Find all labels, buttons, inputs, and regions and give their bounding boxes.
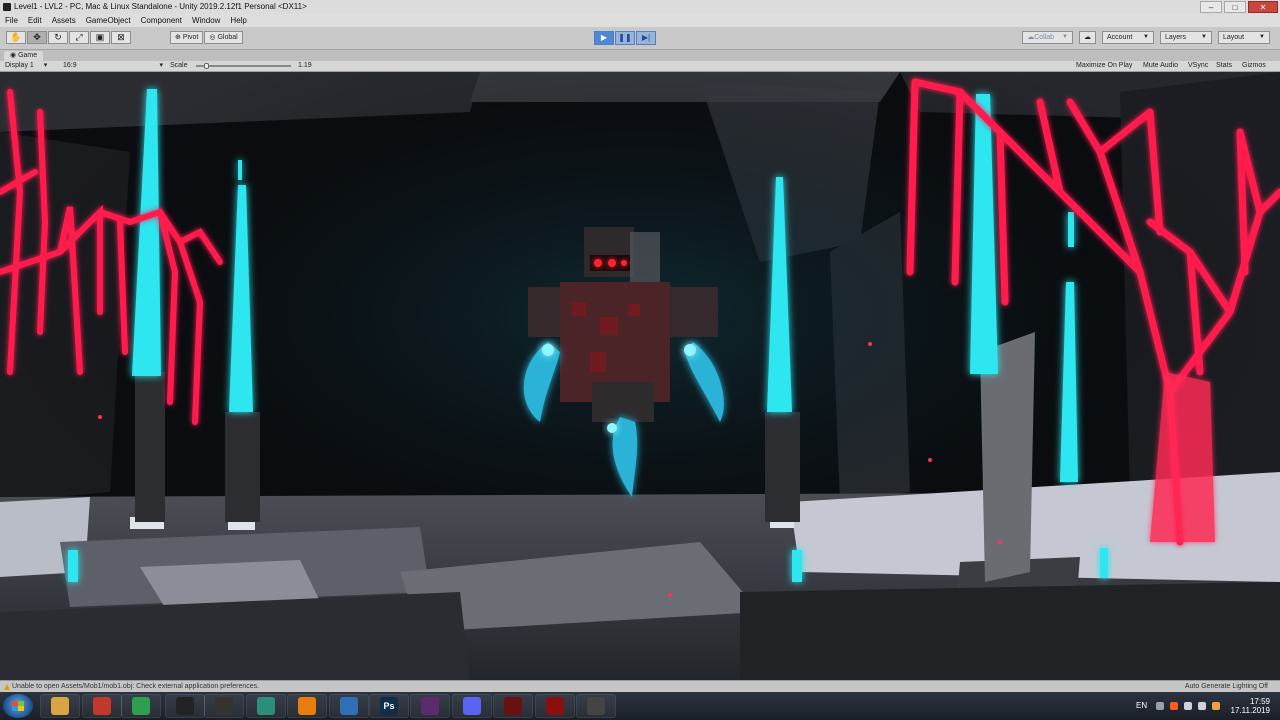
step-button[interactable]: ▶| (636, 31, 656, 45)
tray-app-icon[interactable] (1170, 702, 1178, 710)
taskbar-app-red[interactable] (82, 694, 122, 718)
stats-toggle[interactable]: Stats (1216, 61, 1232, 71)
hand-tool-icon[interactable]: ✋ (6, 31, 26, 44)
app-green-icon (257, 697, 275, 715)
app-red-icon (93, 697, 111, 715)
photoshop-icon: Ps (380, 697, 398, 715)
minimize-button[interactable]: – (1200, 1, 1222, 13)
language-indicator[interactable]: EN (1136, 701, 1147, 710)
explorer-icon (51, 697, 69, 715)
clock-time: 17:59 (1249, 697, 1270, 706)
unity-active-icon (587, 697, 605, 715)
mute-audio-toggle[interactable]: Mute Audio (1143, 61, 1178, 71)
aspect-dropdown[interactable]: 16:9 ▾ (63, 61, 163, 71)
pivot-toggle[interactable]: ⊕ Pivot (170, 31, 204, 44)
tab-strip: ◉ Game (0, 50, 1280, 61)
main-toolbar: ✋ ✥ ↻ ⤢ ▣ ⊠ ⊕ Pivot ◎ Global ▶ ❚❚ ▶| ☁ C… (0, 27, 1280, 50)
vsync-toggle[interactable]: VSync (1188, 61, 1208, 71)
chevron-down-icon: ▼ (1259, 34, 1265, 40)
account-dropdown[interactable]: Account ▼ (1102, 31, 1154, 44)
chevron-down-icon: ▾ (159, 62, 163, 69)
warning-icon (4, 684, 10, 690)
taskbar-unity-active[interactable] (576, 694, 616, 718)
tray-arrow-icon[interactable] (1156, 702, 1164, 710)
blender-icon (298, 697, 316, 715)
transform-tool-icon[interactable]: ⊠ (111, 31, 131, 44)
cloud-icon: ☁ (1084, 34, 1091, 41)
taskbar-discord[interactable] (452, 694, 492, 718)
display-dropdown[interactable]: Display 1 ▾ (5, 61, 47, 71)
windows-logo-icon (12, 701, 24, 711)
unity-logo-icon (3, 3, 11, 11)
taskbar-photoshop[interactable]: Ps (369, 694, 409, 718)
unity-icon (215, 697, 233, 715)
pivot-icon: ⊕ (175, 34, 183, 41)
gizmos-dropdown[interactable]: Gizmos (1242, 61, 1266, 71)
chevron-down-icon: ▼ (1201, 34, 1207, 40)
chrome-icon (132, 697, 150, 715)
gpu-tool-icon (504, 697, 522, 715)
layout-dropdown[interactable]: Layout ▼ (1218, 31, 1270, 44)
gpu-tool-2-icon (546, 697, 564, 715)
tab-game[interactable]: ◉ Game (4, 51, 44, 61)
windows-taskbar: Ps EN 17:59 17.11.2019 (0, 692, 1280, 720)
taskbar-unity-hub[interactable] (165, 694, 205, 718)
tray-extra-icon[interactable] (1212, 702, 1220, 710)
taskbar-unity[interactable] (204, 694, 244, 718)
services-button[interactable]: ☁ (1079, 31, 1096, 44)
cloud-icon: ☁ (1027, 34, 1035, 41)
scale-slider-handle[interactable] (203, 63, 209, 69)
system-tray: EN 17:59 17.11.2019 (1130, 692, 1280, 720)
scale-tool-icon[interactable]: ⤢ (69, 31, 89, 44)
global-toggle[interactable]: ◎ Global (204, 31, 243, 44)
clock-date: 17.11.2019 (1230, 706, 1270, 715)
game-viewport[interactable] (0, 72, 1280, 680)
maximize-button[interactable]: □ (1224, 1, 1246, 13)
rect-tool-icon[interactable]: ▣ (90, 31, 110, 44)
menu-assets[interactable]: Assets (47, 14, 81, 27)
scale-value: 1.19 (298, 62, 312, 69)
pause-button[interactable]: ❚❚ (615, 31, 635, 45)
menu-gameobject[interactable]: GameObject (81, 14, 136, 27)
taskbar-gpu-tool[interactable] (493, 694, 533, 718)
chevron-down-icon: ▼ (1143, 34, 1149, 40)
collab-dropdown[interactable]: ☁ Collab ▼ (1022, 31, 1073, 44)
menu-window[interactable]: Window (187, 14, 225, 27)
taskbar-app-green[interactable] (246, 694, 286, 718)
taskbar-explorer[interactable] (40, 694, 80, 718)
taskbar-blender[interactable] (287, 694, 327, 718)
menu-component[interactable]: Component (136, 14, 187, 27)
taskbar-gpu-tool-2[interactable] (535, 694, 575, 718)
volume-icon[interactable] (1198, 702, 1206, 710)
menu-bar: File Edit Assets GameObject Component Wi… (0, 14, 1280, 27)
start-button[interactable] (3, 694, 33, 718)
game-scene (0, 72, 1280, 680)
move-tool-icon[interactable]: ✥ (27, 31, 47, 44)
taskbar-app-x[interactable] (410, 694, 450, 718)
maximize-on-play-toggle[interactable]: Maximize On Play (1076, 61, 1132, 71)
chevron-down-icon: ▾ (43, 62, 48, 69)
scale-slider-track[interactable] (196, 65, 291, 67)
app-x-icon (421, 697, 439, 715)
menu-file[interactable]: File (0, 14, 23, 27)
layers-dropdown[interactable]: Layers ▼ (1160, 31, 1212, 44)
network-icon[interactable] (1184, 702, 1192, 710)
taskbar-chrome[interactable] (121, 694, 161, 718)
rotate-tool-icon[interactable]: ↻ (48, 31, 68, 44)
taskbar-app-blue[interactable] (329, 694, 369, 718)
play-button[interactable]: ▶ (594, 31, 614, 45)
app-blue-icon (340, 697, 358, 715)
scale-label: Scale (170, 62, 188, 69)
game-view-bar: Display 1 ▾ 16:9 ▾ Scale 1.19 Maximize On… (0, 61, 1280, 72)
menu-help[interactable]: Help (225, 14, 251, 27)
window-title-bar: Level1 - LVL2 - PC, Mac & Linux Standalo… (0, 0, 1280, 15)
close-button[interactable]: ✕ (1248, 1, 1278, 13)
clock[interactable]: 17:59 17.11.2019 (1231, 697, 1270, 715)
game-icon: ◉ (10, 52, 19, 59)
unity-hub-icon (176, 697, 194, 715)
discord-icon (463, 697, 481, 715)
chevron-down-icon: ▼ (1062, 34, 1068, 40)
window-title: Level1 - LVL2 - PC, Mac & Linux Standalo… (14, 2, 307, 11)
menu-edit[interactable]: Edit (23, 14, 47, 27)
